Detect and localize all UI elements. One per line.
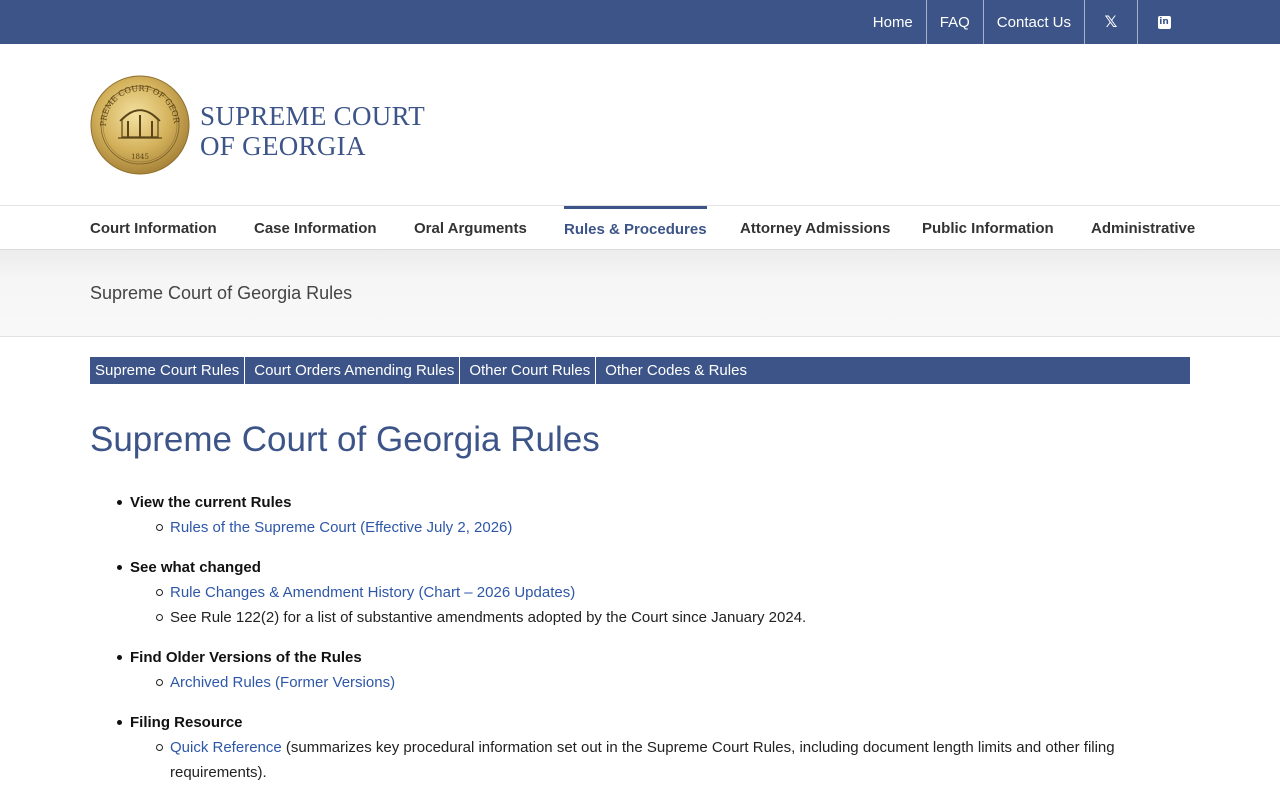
sub-tabs: Supreme Court Rules Court Orders Amendin… xyxy=(90,357,1190,384)
list-item: Rules of the Supreme Court (Effective Ju… xyxy=(90,515,1190,540)
archived-rules-link[interactable]: Archived Rules (Former Versions) xyxy=(170,674,395,691)
quick-reference-link[interactable]: Quick Reference xyxy=(170,739,282,756)
section-title: Find Older Versions of the Rules xyxy=(90,645,1190,670)
x-twitter-icon[interactable]: 𝕏 xyxy=(1084,0,1137,44)
seal-year: 1845 xyxy=(131,153,149,161)
contact-us-link[interactable]: Contact Us xyxy=(982,0,1084,44)
nav-oral-arguments[interactable]: Oral Arguments xyxy=(414,206,527,250)
brand-name[interactable]: SUPREME COURT OF GEORGIA xyxy=(200,101,425,161)
nav-rules-procedures[interactable]: Rules & Procedures xyxy=(564,206,707,250)
linkedin-glyph: in xyxy=(1157,15,1171,29)
section-filing-resource: Filing Resource Quick Reference (summari… xyxy=(90,710,1190,785)
tab-court-orders-amending-rules[interactable]: Court Orders Amending Rules xyxy=(245,357,461,384)
content-heading: Supreme Court of Georgia Rules xyxy=(90,420,600,459)
list-item: Rule Changes & Amendment History (Chart … xyxy=(90,580,1190,605)
page-title: Supreme Court of Georgia Rules xyxy=(90,283,353,303)
section-current-rules: View the current Rules Rules of the Supr… xyxy=(90,490,1190,540)
nav-court-information[interactable]: Court Information xyxy=(90,206,217,250)
court-seal-logo[interactable]: SUPREME COURT OF GEORGIA 1845 xyxy=(90,75,190,175)
rule-122-note: See Rule 122(2) for a list of substantiv… xyxy=(170,609,807,626)
home-link[interactable]: Home xyxy=(860,0,926,44)
faq-link[interactable]: FAQ xyxy=(925,0,983,44)
nav-administrative[interactable]: Administrative xyxy=(1091,206,1195,250)
tab-other-court-rules[interactable]: Other Court Rules xyxy=(460,357,597,384)
brand-line-2: OF GEORGIA xyxy=(200,131,366,161)
main-nav: Court Information Case Information Oral … xyxy=(0,205,1280,250)
page-title-bar: Supreme Court of Georgia Rules xyxy=(0,250,1280,337)
rules-content: View the current Rules Rules of the Supr… xyxy=(90,490,1190,800)
section-title: Filing Resource xyxy=(90,710,1190,735)
list-item: See Rule 122(2) for a list of substantiv… xyxy=(90,605,1190,630)
section-title: View the current Rules xyxy=(90,490,1190,515)
section-older-versions: Find Older Versions of the Rules Archive… xyxy=(90,645,1190,695)
site-header: SUPREME COURT OF GEORGIA 1845 SUPREME CO… xyxy=(0,44,1280,206)
quick-reference-description: (summarizes key procedural information s… xyxy=(170,739,1115,781)
tab-supreme-court-rules[interactable]: Supreme Court Rules xyxy=(90,357,246,384)
tab-other-codes-rules[interactable]: Other Codes & Rules xyxy=(596,357,752,384)
nav-case-information[interactable]: Case Information xyxy=(254,206,377,250)
current-rules-link[interactable]: Rules of the Supreme Court (Effective Ju… xyxy=(170,519,512,536)
top-bar: Home FAQ Contact Us 𝕏 in xyxy=(0,0,1280,44)
utility-nav: Home FAQ Contact Us 𝕏 in xyxy=(860,0,1190,44)
nav-attorney-admissions[interactable]: Attorney Admissions xyxy=(740,206,890,250)
linkedin-icon[interactable]: in xyxy=(1137,0,1190,44)
rule-changes-link[interactable]: Rule Changes & Amendment History (Chart … xyxy=(170,584,575,601)
list-item: Archived Rules (Former Versions) xyxy=(90,670,1190,695)
list-item: Quick Reference (summarizes key procedur… xyxy=(90,735,1190,785)
brand-line-1: SUPREME COURT xyxy=(200,101,426,131)
x-icon-glyph: 𝕏 xyxy=(1104,14,1118,31)
section-what-changed: See what changed Rule Changes & Amendmen… xyxy=(90,555,1190,630)
section-title: See what changed xyxy=(90,555,1190,580)
nav-public-information[interactable]: Public Information xyxy=(922,206,1054,250)
